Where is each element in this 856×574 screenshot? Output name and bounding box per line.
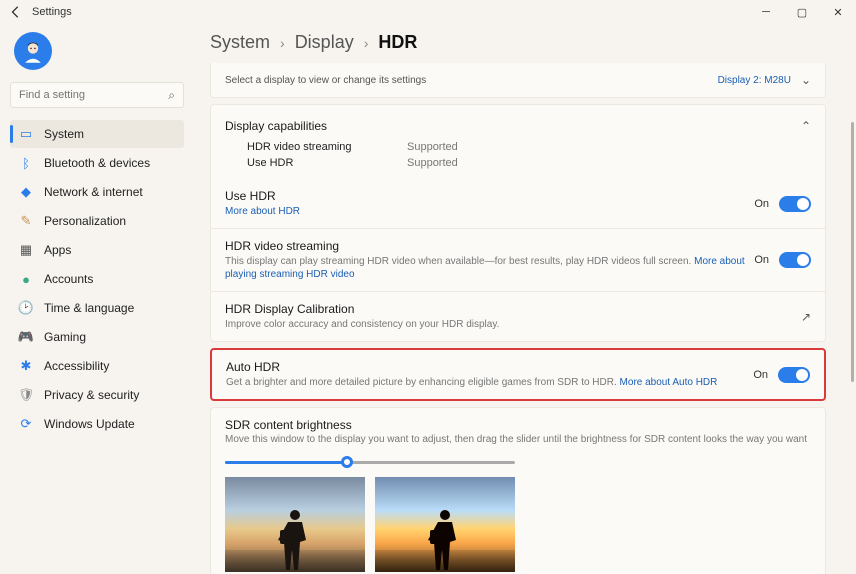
display-selector-hint: Select a display to view or change its s… xyxy=(225,75,718,86)
bluetooth-icon: ᛒ xyxy=(18,155,34,171)
display-selector-panel: Select a display to view or change its s… xyxy=(210,63,826,98)
update-icon: ⟳ xyxy=(18,416,34,432)
capabilities-panel: Display capabilities ⌃ HDR video streami… xyxy=(210,104,826,342)
capability-row: HDR video streamingSupported xyxy=(211,139,825,155)
sidebar-item-label: Apps xyxy=(44,243,71,257)
capabilities-header[interactable]: Display capabilities ⌃ xyxy=(211,105,825,139)
use-hdr-toggle[interactable] xyxy=(779,196,811,212)
sidebar-item-label: Gaming xyxy=(44,330,86,344)
sidebar: ⌕ ▭ System ᛒ Bluetooth & devices ◆ Network … xyxy=(0,24,190,574)
sidebar-item-gaming[interactable]: 🎮 Gaming xyxy=(10,323,184,351)
brush-icon: ✎ xyxy=(18,213,34,229)
system-icon: ▭ xyxy=(18,126,34,142)
sidebar-item-bluetooth[interactable]: ᛒ Bluetooth & devices xyxy=(10,149,184,177)
auto-hdr-row: Auto HDR Get a brighter and more detaile… xyxy=(212,350,824,399)
main-content: System › Display › HDR Select a display … xyxy=(190,24,856,574)
back-button[interactable] xyxy=(8,4,24,20)
sidebar-item-update[interactable]: ⟳ Windows Update xyxy=(10,410,184,438)
search-input[interactable] xyxy=(19,89,168,101)
sidebar-item-accessibility[interactable]: ✱ Accessibility xyxy=(10,352,184,380)
hdr-calibration-sub: Improve color accuracy and consistency o… xyxy=(225,318,801,331)
chevron-up-icon: ⌃ xyxy=(801,119,811,133)
open-external-icon: ↗ xyxy=(801,310,811,324)
hdr-preview-image xyxy=(375,477,515,572)
sdr-brightness-slider[interactable] xyxy=(225,455,515,469)
scrollbar[interactable] xyxy=(851,122,854,382)
hdr-streaming-state: On xyxy=(754,254,769,266)
sdr-brightness-sub: Move this window to the display you want… xyxy=(225,434,811,445)
breadcrumb: System › Display › HDR xyxy=(210,32,826,53)
title-bar: Settings xyxy=(0,0,856,24)
breadcrumb-system[interactable]: System xyxy=(210,32,270,53)
sidebar-item-label: Windows Update xyxy=(44,417,135,431)
sidebar-item-time[interactable]: 🕑 Time & language xyxy=(10,294,184,322)
more-about-auto-hdr-link[interactable]: More about Auto HDR xyxy=(620,377,718,388)
shield-icon: 🛡 xyxy=(18,387,34,403)
use-hdr-row: Use HDR More about HDR On xyxy=(211,179,825,228)
accessibility-icon: ✱ xyxy=(18,358,34,374)
capability-row: Use HDRSupported xyxy=(211,155,825,179)
app-title: Settings xyxy=(32,6,72,18)
sidebar-item-system[interactable]: ▭ System xyxy=(10,120,184,148)
chevron-right-icon: › xyxy=(364,35,369,51)
window-controls: ─ ▢ ✕ xyxy=(748,0,856,24)
display-selector-row[interactable]: Select a display to view or change its s… xyxy=(211,63,825,97)
search-input-container[interactable]: ⌕ xyxy=(10,82,184,108)
sidebar-item-label: Network & internet xyxy=(44,185,143,199)
hdr-streaming-row: HDR video streaming This display can pla… xyxy=(211,228,825,291)
sdr-preview-image xyxy=(225,477,365,572)
sidebar-item-label: Bluetooth & devices xyxy=(44,156,150,170)
more-about-hdr-link[interactable]: More about HDR xyxy=(225,206,300,217)
capabilities-title: Display capabilities xyxy=(225,119,327,133)
auto-hdr-state: On xyxy=(753,369,768,381)
user-icon: ● xyxy=(18,271,34,287)
sidebar-item-label: Privacy & security xyxy=(44,388,139,402)
search-icon: ⌕ xyxy=(168,88,175,103)
clock-icon: 🕑 xyxy=(18,300,34,316)
sidebar-item-label: System xyxy=(44,127,84,141)
sidebar-item-accounts[interactable]: ● Accounts xyxy=(10,265,184,293)
sidebar-item-privacy[interactable]: 🛡 Privacy & security xyxy=(10,381,184,409)
auto-hdr-panel: Auto HDR Get a brighter and more detaile… xyxy=(210,348,826,401)
hdr-calibration-row[interactable]: HDR Display Calibration Improve color ac… xyxy=(211,291,825,341)
minimize-button[interactable]: ─ xyxy=(748,0,784,24)
gaming-icon: 🎮 xyxy=(18,329,34,345)
hdr-streaming-title: HDR video streaming xyxy=(225,239,754,253)
chevron-down-icon: ⌄ xyxy=(801,73,811,87)
sidebar-item-personalization[interactable]: ✎ Personalization xyxy=(10,207,184,235)
hdr-calibration-title: HDR Display Calibration xyxy=(225,302,801,316)
sidebar-item-label: Accessibility xyxy=(44,359,109,373)
nav: ▭ System ᛒ Bluetooth & devices ◆ Network & … xyxy=(10,120,184,438)
sdr-brightness-panel: SDR content brightness Move this window … xyxy=(210,407,826,574)
auto-hdr-toggle[interactable] xyxy=(778,367,810,383)
sidebar-item-apps[interactable]: ▦ Apps xyxy=(10,236,184,264)
avatar[interactable] xyxy=(14,32,52,70)
hdr-streaming-toggle[interactable] xyxy=(779,252,811,268)
auto-hdr-title: Auto HDR xyxy=(226,360,753,374)
slider-thumb[interactable] xyxy=(341,456,353,468)
sidebar-item-label: Time & language xyxy=(44,301,134,315)
breadcrumb-hdr: HDR xyxy=(378,32,417,53)
sidebar-item-label: Personalization xyxy=(44,214,126,228)
comparison-thumbnails: SDR content HDR content (for comparison) xyxy=(225,477,811,574)
sdr-brightness-title: SDR content brightness xyxy=(225,418,811,432)
breadcrumb-display[interactable]: Display xyxy=(295,32,354,53)
use-hdr-state: On xyxy=(754,198,769,210)
sidebar-item-network[interactable]: ◆ Network & internet xyxy=(10,178,184,206)
wifi-icon: ◆ xyxy=(18,184,34,200)
display-selector-value: Display 2: M28U xyxy=(718,75,791,86)
apps-icon: ▦ xyxy=(18,242,34,258)
maximize-button[interactable]: ▢ xyxy=(784,0,820,24)
close-button[interactable]: ✕ xyxy=(820,0,856,24)
use-hdr-title: Use HDR xyxy=(225,189,754,203)
chevron-right-icon: › xyxy=(280,35,285,51)
sidebar-item-label: Accounts xyxy=(44,272,93,286)
